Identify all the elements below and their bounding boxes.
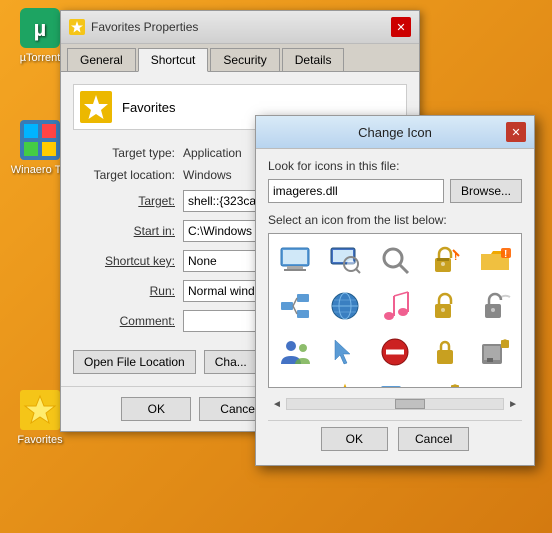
scroll-thumb[interactable]	[395, 399, 425, 409]
icon-cell-network[interactable]	[273, 284, 317, 328]
browse-button[interactable]: Browse...	[450, 179, 522, 203]
icon-cell-computer[interactable]	[273, 238, 317, 282]
icon-cell-screen-search[interactable]	[323, 238, 367, 282]
utorrent-icon: µ	[20, 8, 60, 48]
icon-cell-prohibit[interactable]	[373, 330, 417, 374]
file-row: Browse...	[268, 179, 522, 203]
tab-shortcut[interactable]: Shortcut	[138, 48, 209, 72]
change-icon-title: Change Icon	[351, 125, 438, 140]
target-type-value: Application	[183, 146, 242, 160]
svg-text:!: !	[504, 249, 507, 260]
tab-details[interactable]: Details	[282, 48, 345, 71]
favorites-dialog-title: Favorites Properties	[91, 20, 198, 34]
winaero-icon	[20, 120, 60, 160]
icon-cell-people[interactable]	[273, 330, 317, 374]
scrollbar-area: ◄ ►	[268, 396, 522, 412]
icon-cell-lock-warn[interactable]: !	[423, 238, 467, 282]
favorites-desktop-label: Favorites	[17, 434, 62, 446]
icon-cell-lock3[interactable]	[423, 330, 467, 374]
select-icon-label: Select an icon from the list below:	[268, 213, 522, 227]
icon-cell-folder-open[interactable]	[273, 376, 317, 388]
favorites-dialog-tabs: General Shortcut Security Details	[61, 44, 419, 72]
icon-cell-hd-lock[interactable]	[423, 376, 467, 388]
favorites-dialog-titlebar: Favorites Properties ✕	[61, 11, 419, 44]
icon-grid: ! !	[269, 234, 521, 388]
comment-label: Comment:	[73, 314, 183, 328]
icon-cell-magnify[interactable]	[373, 238, 417, 282]
icon-cell-drive-lock[interactable]	[473, 330, 517, 374]
icon-cell-music[interactable]	[373, 284, 417, 328]
tab-security[interactable]: Security	[210, 48, 279, 71]
icon-cell-cursor[interactable]	[323, 330, 367, 374]
change-icon-titlebar: Change Icon ✕	[256, 116, 534, 149]
target-location-value: Windows	[183, 168, 232, 182]
utorrent-label: µTorrent	[20, 52, 61, 64]
target-type-label: Target type:	[73, 146, 183, 160]
tab-general[interactable]: General	[67, 48, 136, 71]
target-label: Target:	[73, 194, 183, 208]
change-icon-dialog: Change Icon ✕ Look for icons in this fil…	[255, 115, 535, 466]
favorites-title-icon	[69, 19, 85, 35]
scroll-right-arrow[interactable]: ►	[508, 399, 518, 410]
favorites-desktop-icon	[20, 390, 60, 430]
icon-grid-container[interactable]: ! !	[268, 233, 522, 388]
change-icon-button[interactable]: Cha...	[204, 350, 258, 374]
icon-cell-lock2[interactable]	[423, 284, 467, 328]
scroll-track[interactable]	[286, 398, 504, 410]
target-location-label: Target location:	[73, 168, 183, 182]
fav-header-name: Favorites	[122, 100, 175, 115]
change-icon-ok-button[interactable]: OK	[321, 427, 388, 451]
icon-cell-folder-warn[interactable]: !	[473, 238, 517, 282]
change-icon-cancel-button[interactable]: Cancel	[398, 427, 469, 451]
file-path-input[interactable]	[268, 179, 444, 203]
icon-cell-earth[interactable]	[323, 284, 367, 328]
start-in-label: Start in:	[73, 224, 183, 238]
run-label: Run:	[73, 284, 183, 298]
fav-header-icon	[80, 91, 112, 123]
ok-button[interactable]: OK	[121, 397, 191, 421]
favorites-dialog-close-button[interactable]: ✕	[391, 17, 411, 37]
icon-cell-star[interactable]	[323, 376, 367, 388]
change-icon-close-button[interactable]: ✕	[506, 122, 526, 142]
icon-cell-pc-user[interactable]	[373, 376, 417, 388]
scroll-left-arrow[interactable]: ◄	[272, 399, 282, 410]
icon-cell-lock-open[interactable]	[473, 284, 517, 328]
svg-text:µ: µ	[34, 16, 47, 41]
open-file-location-button[interactable]: Open File Location	[73, 350, 196, 374]
shortcut-key-label: Shortcut key:	[73, 254, 183, 268]
change-icon-content: Look for icons in this file: Browse... S…	[256, 149, 534, 465]
look-for-label: Look for icons in this file:	[268, 159, 522, 173]
change-icon-buttons: OK Cancel	[268, 420, 522, 455]
svg-text:!: !	[454, 252, 457, 263]
icon-cell-cloud[interactable]	[473, 376, 517, 388]
